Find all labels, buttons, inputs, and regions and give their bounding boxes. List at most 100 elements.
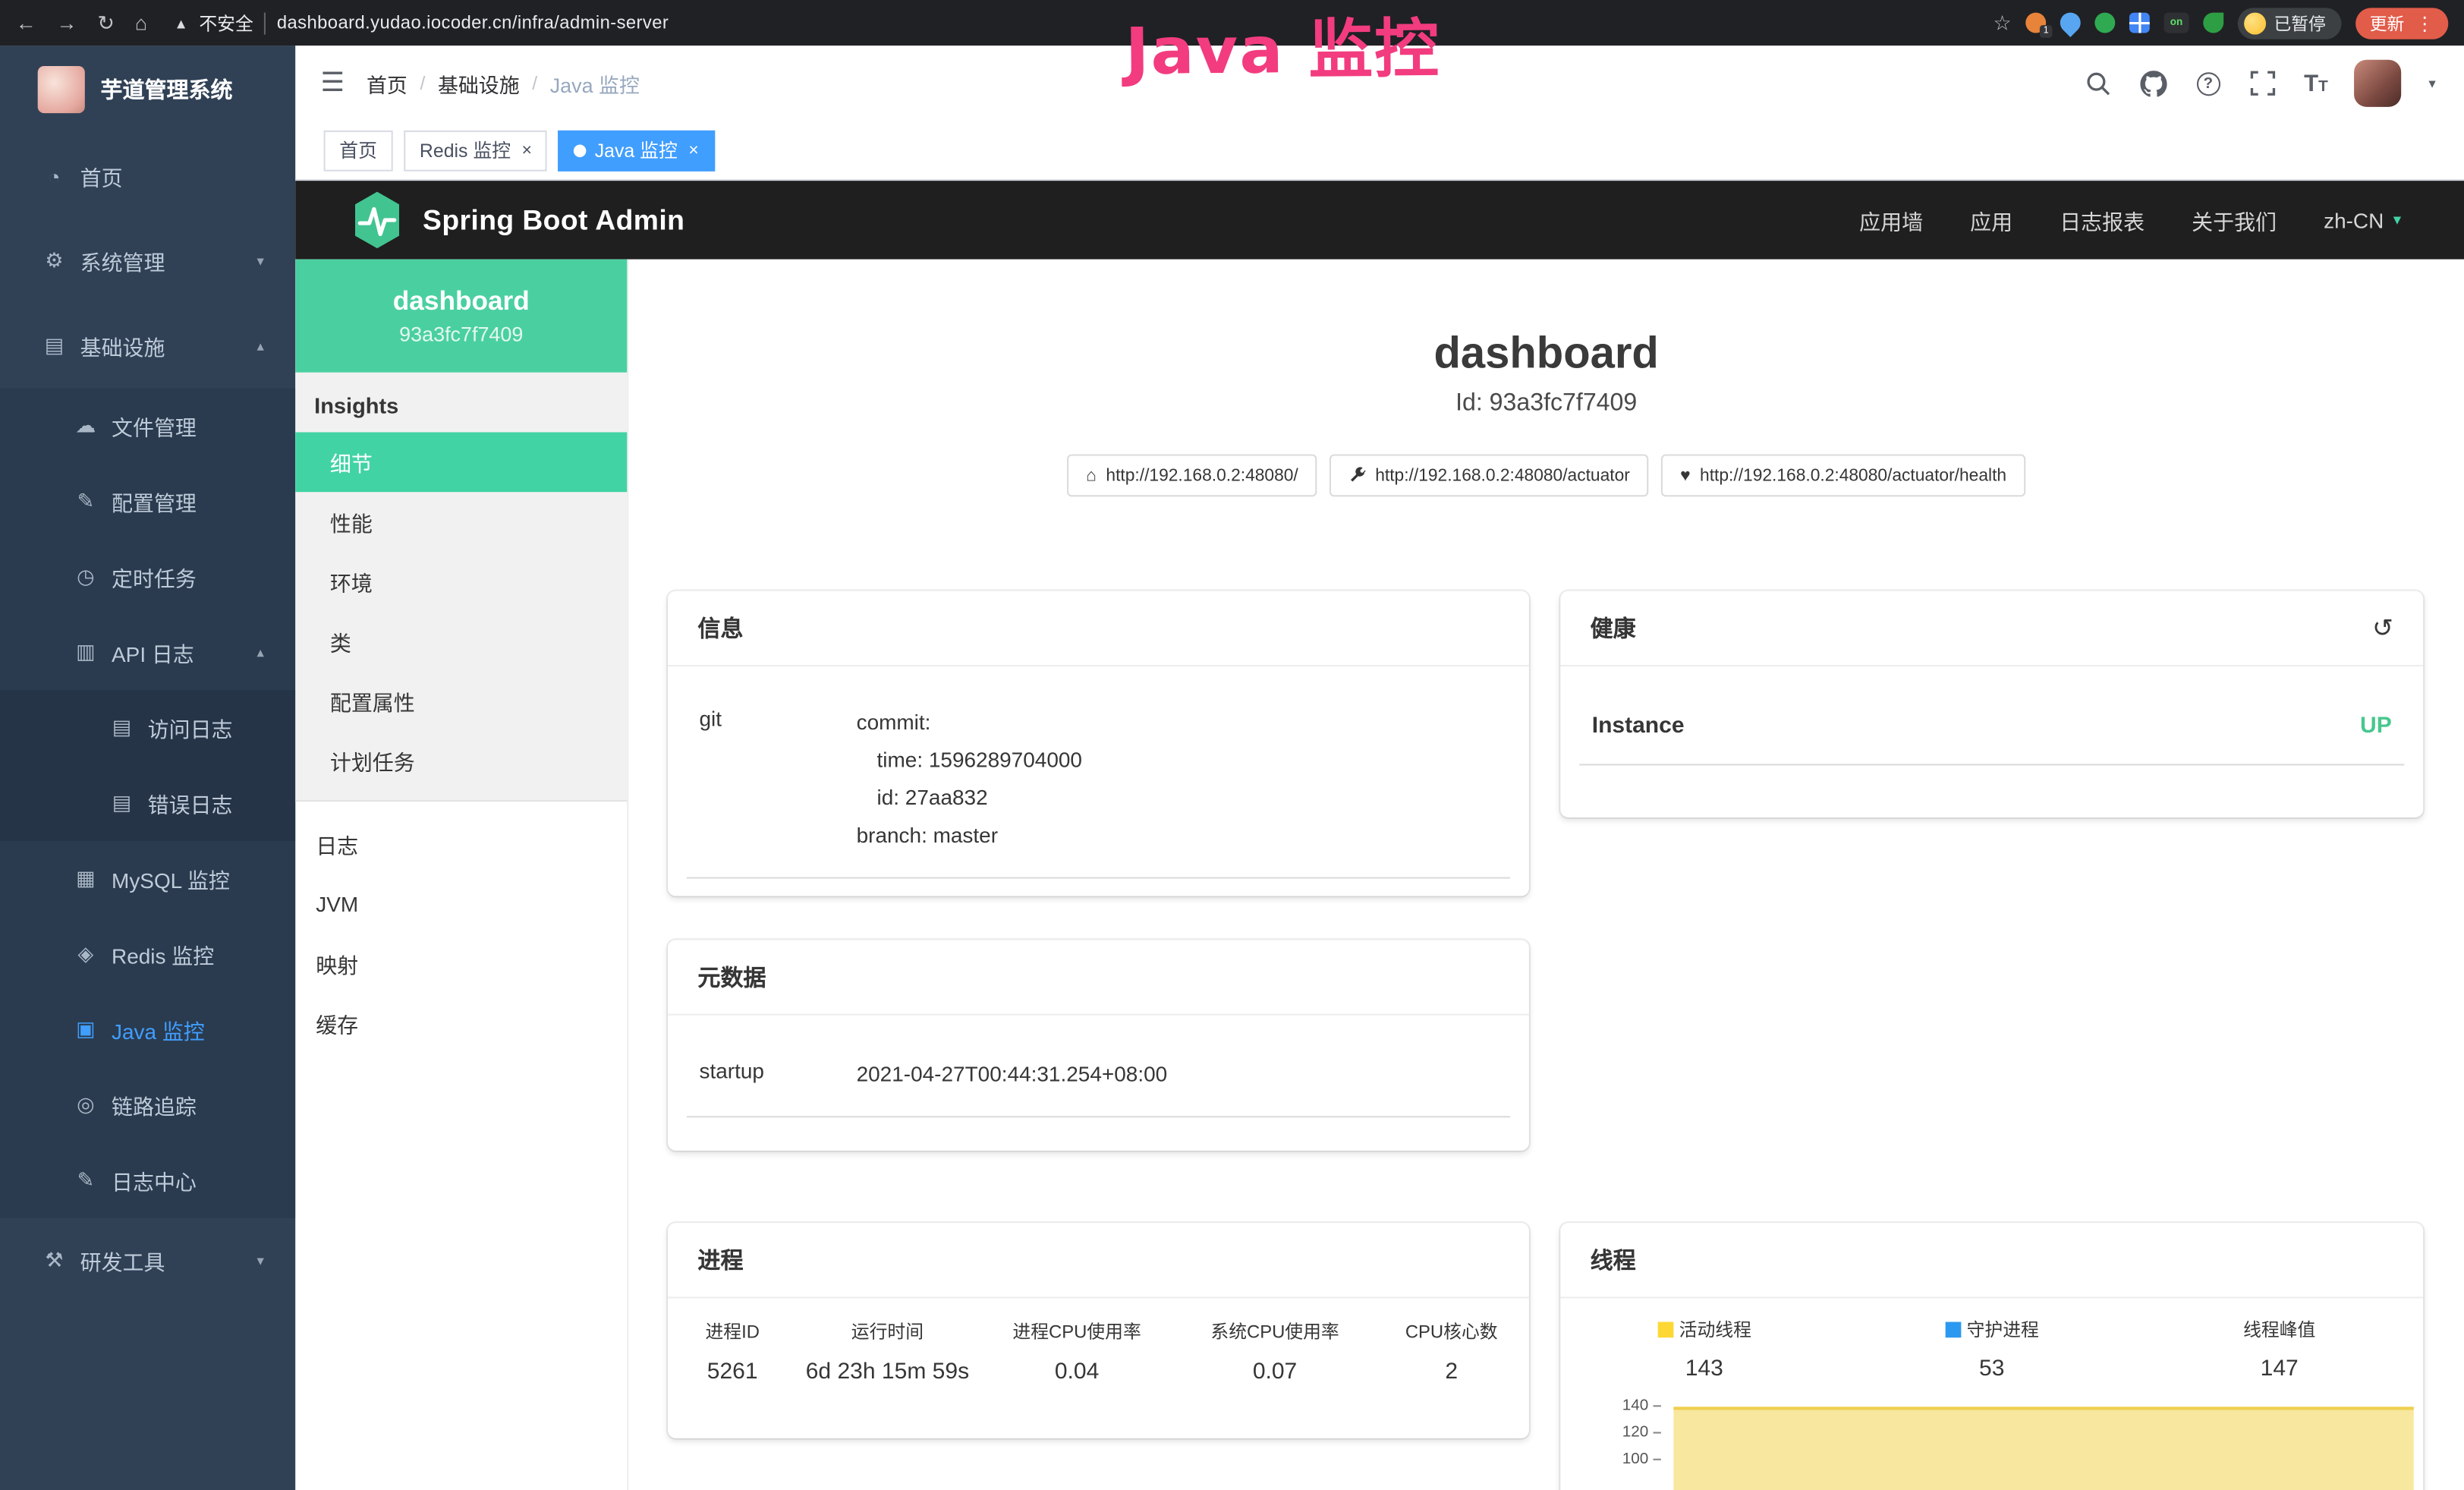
sba-locale-select[interactable]: zh-CN ▾ (2324, 208, 2401, 232)
sidebar-toggle-icon[interactable]: ☰ (320, 68, 345, 99)
tab-label: Redis 监控 (420, 137, 511, 163)
instance-nav-performance[interactable]: 性能 (295, 492, 627, 552)
sidebar-item-home[interactable]: ◔ 首页 (0, 134, 295, 219)
sidebar-item-access-log[interactable]: ▤ 访问日志 (0, 690, 295, 765)
browser-back-icon[interactable]: ← (16, 13, 36, 33)
extension-icon-grid[interactable] (2129, 13, 2150, 33)
sidebar-item-error-log[interactable]: ▤ 错误日志 (0, 765, 295, 840)
address-url[interactable]: dashboard.yudao.iocoder.cn/infra/admin-s… (277, 14, 669, 33)
sidebar-item-config-mgmt[interactable]: ✎ 配置管理 (0, 464, 295, 539)
header-actions: ? TT ▾ (2084, 60, 2435, 107)
help-glyph: ? (2196, 71, 2220, 95)
extension-icon-leaf[interactable] (2203, 13, 2223, 33)
sidebar-item-java-monitor[interactable]: ▣ Java 监控 (0, 992, 295, 1067)
sba-nav-about[interactable]: 关于我们 (2192, 204, 2277, 235)
cpu-count-value: 2 (1374, 1350, 1529, 1394)
sidebar-item-trace[interactable]: ◎ 链路追踪 (0, 1067, 295, 1142)
security-label[interactable]: 不安全 (199, 10, 253, 35)
extension-icon-droplet[interactable] (2056, 8, 2085, 37)
sba-nav-wallboard[interactable]: 应用墙 (1859, 204, 1923, 235)
browser-forward-icon[interactable]: → (57, 13, 77, 33)
sidebar-item-infrastructure[interactable]: ▤ 基础设施 ▴ (0, 304, 295, 389)
sidebar-item-log-center[interactable]: ✎ 日志中心 (0, 1142, 295, 1218)
tab-close-icon[interactable]: × (688, 140, 698, 159)
info-git-row: git commit: time: 1596289704000 id: 27aa… (687, 688, 1510, 879)
app-title: 芋道管理系统 (101, 74, 233, 105)
process-table-header-row: 进程ID 运行时间 进程CPU使用率 系统CPU使用率 CPU核心数 (668, 1312, 1529, 1350)
instance-nav-scheduled-tasks[interactable]: 计划任务 (295, 731, 627, 791)
y-tick-label: 120 (1622, 1424, 1649, 1441)
threads-card: 线程 活动线程 143 守护进程 53 (1560, 1223, 2423, 1490)
process-col-system-cpu: 系统CPU使用率 (1176, 1312, 1374, 1350)
health-instance-row[interactable]: Instance UP (1579, 713, 2404, 765)
user-avatar[interactable] (2355, 60, 2402, 107)
instance-nav-label: 类 (330, 625, 351, 657)
sidebar-item-label: MySQL 监控 (112, 863, 230, 894)
live-threads-area-series (1673, 1407, 2413, 1490)
sba-nav-journal[interactable]: 日志报表 (2060, 204, 2145, 235)
paused-profile-chip[interactable]: 已暂停 (2238, 7, 2342, 38)
info-value: commit: time: 1596289704000 id: 27aa832 … (857, 704, 1498, 855)
search-icon[interactable] (2084, 69, 2112, 97)
threads-plot-area (1673, 1400, 2413, 1490)
actuator-url-link[interactable]: http://192.168.0.2:48080/actuator (1330, 454, 1649, 496)
breadcrumb-infrastructure[interactable]: 基础设施 (438, 68, 520, 98)
tab-redis-monitor[interactable]: Redis 监控 × (404, 130, 547, 171)
instance-nav-logfile[interactable]: 日志 (295, 814, 627, 874)
instance-nav-jvm[interactable]: JVM (295, 874, 627, 934)
log-center-icon: ✎ (74, 1168, 97, 1193)
sidebar-item-redis-monitor[interactable]: ◈ Redis 监控 (0, 916, 295, 991)
system-cpu-value: 0.07 (1176, 1350, 1374, 1394)
tab-home[interactable]: 首页 (324, 130, 393, 171)
sidebar-item-mysql-monitor[interactable]: ▦ MySQL 监控 (0, 841, 295, 916)
history-icon[interactable]: ↺ (2372, 613, 2393, 644)
instance-nav-mappings[interactable]: 映射 (295, 934, 627, 994)
browser-reload-icon[interactable]: ↻ (97, 13, 115, 33)
sba-nav-applications[interactable]: 应用 (1970, 204, 2012, 235)
github-icon[interactable] (2139, 69, 2167, 97)
instance-links: ⌂ http://192.168.0.2:48080/ http://192.1… (628, 454, 2464, 496)
fullscreen-icon[interactable] (2249, 69, 2277, 97)
browser-menu-icon[interactable]: ⋮ (2415, 12, 2434, 34)
help-icon[interactable]: ? (2194, 69, 2222, 97)
tab-java-monitor[interactable]: Java 监控 × (559, 130, 714, 171)
git-id-line: id: 27aa832 (857, 780, 1498, 817)
bookmark-star-icon[interactable]: ☆ (1993, 13, 2011, 33)
sba-brand-title[interactable]: Spring Boot Admin (423, 203, 684, 236)
extension-icon-on-badge[interactable]: on (2163, 13, 2189, 33)
sidebar-item-scheduled-jobs[interactable]: ◷ 定时任务 (0, 539, 295, 614)
sidebar-item-label: 访问日志 (148, 712, 233, 743)
extension-icon-orange[interactable]: 1 (2025, 13, 2046, 33)
gear-icon: ⚙ (42, 248, 66, 273)
extension-icon-green-circle[interactable] (2094, 13, 2115, 33)
tab-close-icon[interactable]: × (522, 140, 532, 159)
instance-nav-environment[interactable]: 环境 (295, 552, 627, 612)
instance-nav-configprops[interactable]: 配置属性 (295, 671, 627, 731)
health-url-link[interactable]: ♥ http://192.168.0.2:48080/actuator/heal… (1661, 454, 2025, 496)
instance-header[interactable]: dashboard 93a3fc7f7409 (295, 260, 627, 373)
sidebar-item-api-log[interactable]: ▥ API 日志 ▴ (0, 615, 295, 690)
paused-label: 已暂停 (2274, 10, 2325, 35)
sidebar-item-file-mgmt[interactable]: ☁ 文件管理 (0, 388, 295, 463)
breadcrumb-home[interactable]: 首页 (367, 68, 408, 98)
chrome-update-button[interactable]: 更新 ⋮ (2355, 7, 2448, 38)
instance-nav-details[interactable]: 细节 (295, 432, 627, 492)
dashboard-icon: ◔ (42, 164, 66, 187)
security-warning-icon: ▲ (174, 15, 187, 31)
instance-sidebar: dashboard 93a3fc7f7409 Insights 细节 性能 环境… (295, 260, 628, 1490)
browser-home-icon[interactable]: ⌂ (135, 13, 147, 33)
sidebar-item-dev-tools[interactable]: ⚒ 研发工具 ▾ (0, 1218, 295, 1303)
sidebar-item-label: API 日志 (112, 637, 194, 668)
address-bar[interactable]: ▲ 不安全 dashboard.yudao.iocoder.cn/infra/a… (174, 10, 669, 35)
avatar-caret-down-icon[interactable]: ▾ (2428, 74, 2435, 92)
font-size-icon[interactable]: TT (2304, 71, 2328, 95)
app-logo-row[interactable]: 芋道管理系统 (0, 46, 295, 134)
page-header: ☰ 首页 / 基础设施 / Java 监控 ? TT ▾ (295, 46, 2464, 121)
sba-navbar: Spring Boot Admin 应用墙 应用 日志报表 关于我们 zh-CN… (295, 181, 2464, 260)
sba-nav: 应用墙 应用 日志报表 关于我们 zh-CN ▾ (1859, 204, 2401, 235)
instance-nav-caches[interactable]: 缓存 (295, 994, 627, 1054)
sidebar-item-system-mgmt[interactable]: ⚙ 系统管理 ▾ (0, 219, 295, 304)
instance-nav-classes[interactable]: 类 (295, 612, 627, 672)
sidebar-item-label: 基础设施 (80, 330, 165, 361)
instance-url-link[interactable]: ⌂ http://192.168.0.2:48080/ (1067, 454, 1317, 496)
